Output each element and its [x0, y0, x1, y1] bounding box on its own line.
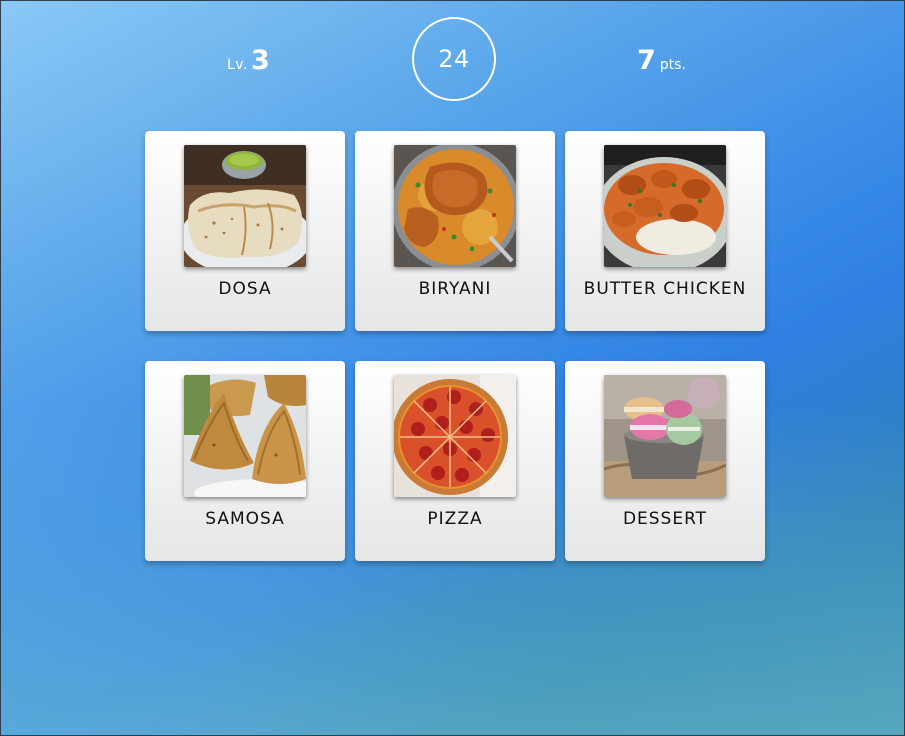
butter-chicken-image	[604, 145, 726, 267]
card-label-pizza: PIZZA	[427, 509, 483, 529]
pizza-image	[394, 375, 516, 497]
card-label-dosa: DOSA	[218, 279, 272, 299]
card-label-dessert: DESSERT	[622, 509, 708, 529]
answer-card-dosa[interactable]: DOSA	[145, 131, 345, 331]
level-number: 3	[250, 45, 271, 76]
card-label-butter-chicken: BUTTER CHICKEN	[583, 279, 747, 299]
score-suffix: pts.	[659, 57, 686, 73]
level-indicator: Lv. 3	[227, 45, 270, 76]
game-screen: Lv. 3 24 7 pts. DOSA BIRYANI BUTTER CHIC…	[0, 0, 905, 736]
countdown-timer: 24	[412, 17, 496, 101]
answer-grid: DOSA BIRYANI BUTTER CHICKEN SAMOSA PIZZA…	[145, 131, 765, 561]
biryani-image	[394, 145, 516, 267]
dessert-image	[604, 375, 726, 497]
dosa-image	[184, 145, 306, 267]
answer-card-dessert[interactable]: DESSERT	[565, 361, 765, 561]
samosa-image	[184, 375, 306, 497]
timer-value: 24	[438, 45, 470, 73]
score-indicator: 7 pts.	[637, 45, 686, 76]
hud-bar: Lv. 3 24 7 pts.	[1, 1, 904, 121]
card-label-samosa: SAMOSA	[205, 509, 285, 529]
answer-card-butter-chicken[interactable]: BUTTER CHICKEN	[565, 131, 765, 331]
level-prefix: Lv.	[227, 57, 248, 73]
score-value: 7	[637, 45, 656, 76]
answer-card-biryani[interactable]: BIRYANI	[355, 131, 555, 331]
answer-card-pizza[interactable]: PIZZA	[355, 361, 555, 561]
answer-card-samosa[interactable]: SAMOSA	[145, 361, 345, 561]
card-label-biryani: BIRYANI	[418, 279, 492, 299]
